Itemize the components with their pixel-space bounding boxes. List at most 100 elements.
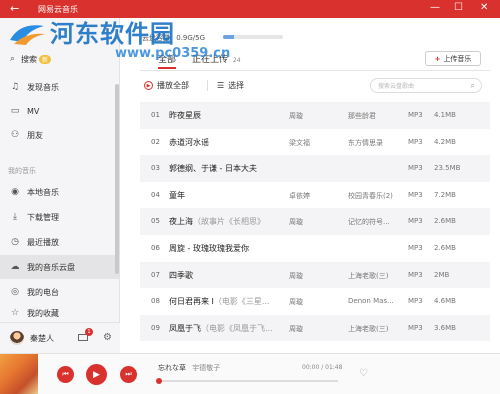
toolbar-separator <box>207 80 208 91</box>
table-row[interactable]: 06 周旋 - 玫瑰玫瑰我爱你 MP3 2.6MB <box>140 235 490 262</box>
sidebar-item-label: 下载管理 <box>27 212 59 222</box>
song-number: 04 <box>151 190 160 199</box>
cloud-capacity-bar <box>223 35 283 39</box>
song-size: 2.6MB <box>434 244 456 252</box>
maximize-button[interactable]: ☐ <box>454 2 463 13</box>
upload-music-button[interactable]: + 上传音乐 <box>425 51 481 66</box>
progress-knob[interactable] <box>156 378 162 384</box>
sidebar-item-local-music[interactable]: ◉ 本地音乐 <box>0 180 120 204</box>
table-row[interactable]: 07 四季歌 周璇 上海老歌(三) MP3 2MB <box>140 261 490 289</box>
tab-count: 24 <box>232 57 241 64</box>
album-cover[interactable] <box>0 354 38 394</box>
cloud-search-input[interactable]: 搜索云盘歌曲 ⌕ <box>370 78 482 93</box>
song-title-text: 何日君再来 I <box>169 297 214 307</box>
sidebar-item-cloud[interactable]: ☁ 我的音乐云盘 <box>0 255 120 279</box>
minimize-button[interactable]: — <box>430 2 440 13</box>
sidebar-item-label: 我的音乐云盘 <box>27 262 75 272</box>
song-title: 凤凰于飞（电影《凤凰于飞... <box>169 323 289 334</box>
sidebar-item-label: 最近播放 <box>27 237 59 247</box>
sidebar-section-title: 我的音乐 <box>8 167 36 175</box>
clock-icon: ◷ <box>11 237 19 247</box>
song-title-text: 童年 <box>169 190 185 200</box>
song-title: 赤道河水谣 <box>169 137 289 148</box>
sidebar-item-radio[interactable]: ◎ 我的电台 <box>0 280 120 304</box>
song-album: 校园青春乐(2) <box>348 191 393 200</box>
next-button[interactable]: ⏭ <box>120 366 137 383</box>
avatar[interactable] <box>10 331 24 345</box>
song-album: 东方情思录 <box>348 138 383 147</box>
song-format: MP3 <box>408 164 423 173</box>
play-circle-icon: ▶ <box>144 81 153 90</box>
song-size: 4.6MB <box>434 297 456 306</box>
video-icon: ▭ <box>10 106 20 116</box>
song-size: 3.6MB <box>434 323 456 332</box>
sidebar-scrollbar[interactable] <box>115 84 119 274</box>
list-select-icon: ☰ <box>217 81 225 90</box>
next-icon: ⏭ <box>125 370 132 378</box>
song-artist: 卓依婷 <box>289 191 310 200</box>
song-number: 01 <box>151 111 160 119</box>
song-album: 记忆的符号... <box>348 218 390 227</box>
previous-button[interactable]: ⏮ <box>57 366 74 383</box>
song-title-text: 昨夜星辰 <box>169 111 201 120</box>
song-number: 02 <box>151 137 160 146</box>
download-icon: ⤓ <box>13 212 17 222</box>
gear-icon[interactable]: ⚙ <box>103 332 112 343</box>
table-row[interactable]: 01 昨夜星辰 周璇 那些龄君 MP3 4.1MB <box>140 102 490 129</box>
previous-icon: ⏮ <box>62 370 69 378</box>
play-all-button[interactable]: ▶ 播放全部 <box>144 80 189 91</box>
play-button[interactable]: ▶ <box>86 364 107 385</box>
play-all-label: 播放全部 <box>157 81 189 90</box>
music-note-icon: ♫ <box>10 82 20 92</box>
player-bar: ⏮ ▶ ⏭ 忘れな草 宇德敬子 00:00 / 01:48 ♡ <box>0 353 500 394</box>
song-title-text: 赤道河水谣 <box>169 137 209 147</box>
song-album: 上海老歌(三) <box>348 324 389 333</box>
select-label: 选择 <box>228 81 245 90</box>
song-artist: 周璇 <box>289 271 303 280</box>
song-title: 郭德纲、于谦 - 日本大夫 <box>169 163 289 174</box>
sidebar-item-favorites[interactable]: ☆ 我的收藏 <box>0 304 120 322</box>
table-row[interactable]: 05 夜上海（故事片《长相思》 周璇 记忆的符号... MP3 2.6MB <box>140 208 490 235</box>
table-row[interactable]: 04 童年 卓依婷 校园青春乐(2) MP3 7.2MB <box>140 182 490 209</box>
table-row[interactable]: 08 何日君再来 I（电影《三星... 周璇 Denon Mas... MP3 4.6MB <box>140 288 490 315</box>
song-format: MP3 <box>408 137 423 146</box>
sidebar-item-label: 我的收藏 <box>27 308 59 318</box>
table-row[interactable]: 03 郭德纲、于谦 - 日本大夫 MP3 23.5MB <box>140 155 490 182</box>
back-button[interactable]: ← <box>10 2 19 15</box>
sidebar-item-search[interactable]: ⌕ 搜索 新 <box>0 48 120 70</box>
song-title-text: 四季歌 <box>169 270 193 280</box>
table-row[interactable]: 02 赤道河水谣 梁文福 东方情思录 MP3 4.2MB <box>140 129 490 156</box>
sidebar-item-friends[interactable]: ⚇ 朋友 <box>0 123 120 147</box>
song-title-text: 凤凰于飞 <box>169 323 201 333</box>
song-format: MP3 <box>408 217 423 226</box>
song-number: 09 <box>151 323 160 332</box>
header-divider <box>140 70 490 71</box>
select-button[interactable]: ☰ 选择 <box>217 80 244 91</box>
watermark-url: www.pc0359.cn <box>115 46 231 61</box>
now-playing-title: 忘れな草 <box>158 364 186 372</box>
username[interactable]: 秦楚人 <box>30 333 54 344</box>
song-title: 童年 <box>169 190 289 201</box>
sidebar-search-label: 搜索 <box>21 54 38 64</box>
now-playing: 忘れな草 宇德敬子 <box>158 363 220 373</box>
close-button[interactable]: ✕ <box>480 2 488 13</box>
sidebar-item-downloads[interactable]: ⤓ 下载管理 <box>0 205 120 229</box>
sidebar-item-mv[interactable]: ▭ MV <box>0 99 120 123</box>
song-artist: 周璇 <box>289 112 303 120</box>
sidebar-item-discover[interactable]: ♫ 发现音乐 <box>0 75 120 99</box>
song-size: 2MB <box>434 270 450 279</box>
radio-icon: ◎ <box>11 287 19 297</box>
song-size: 7.2MB <box>434 190 456 199</box>
song-subtitle: （电影《三星... <box>213 297 270 307</box>
mail-badge: 1 <box>85 328 93 336</box>
table-row[interactable]: 09 凤凰于飞（电影《凤凰于飞... 周璇 上海老歌(三) MP3 3.6MB <box>140 314 490 342</box>
star-icon: ☆ <box>10 308 20 318</box>
search-icon: ⌕ <box>10 54 16 64</box>
progress-bar[interactable] <box>156 378 338 384</box>
cloud-capacity-value: 0.9G/5G <box>176 34 206 42</box>
heart-icon[interactable]: ♡ <box>359 368 368 379</box>
sidebar-item-recent[interactable]: ◷ 最近播放 <box>0 230 120 254</box>
song-album: Denon Mas... <box>348 297 394 306</box>
song-number: 03 <box>151 164 160 173</box>
song-artist: 周璇 <box>289 298 303 307</box>
